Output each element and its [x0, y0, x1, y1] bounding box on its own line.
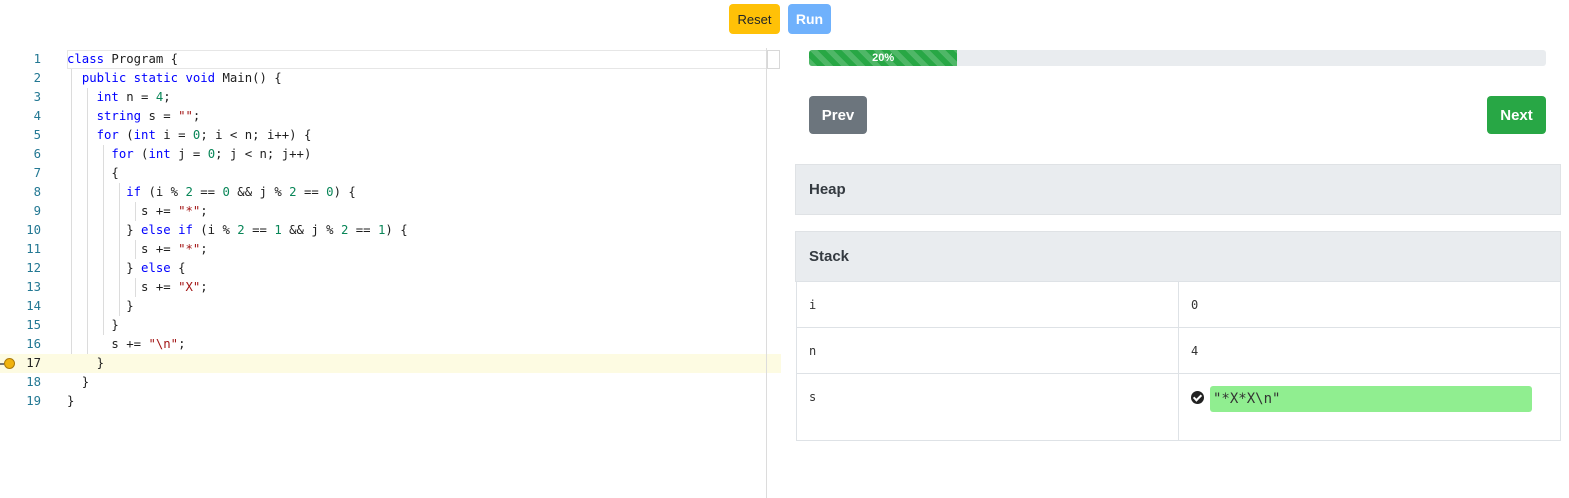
code-line[interactable]: 1 class Program {: [0, 50, 781, 69]
code-line[interactable]: 4 string s = "";: [0, 107, 781, 126]
stack-row: i 0: [796, 281, 1561, 328]
line-number: 11: [26, 242, 41, 256]
variable-name: n: [796, 327, 1179, 374]
stack-row: s "*X*X\n": [796, 373, 1561, 441]
stack-title: Stack: [809, 248, 850, 265]
code-line[interactable]: 3 int n = 4;: [0, 88, 781, 107]
code-line[interactable]: 8 if (i % 2 == 0 && j % 2 == 0) {: [0, 183, 781, 202]
code-text: } else {: [67, 261, 186, 275]
code-text: int n = 4;: [96, 90, 171, 104]
code-line[interactable]: 17 }: [0, 354, 781, 373]
line-number: 16: [26, 337, 41, 351]
reset-button[interactable]: Reset: [729, 4, 780, 34]
line-number: 19: [26, 394, 41, 408]
code-line[interactable]: 14 }: [0, 297, 781, 316]
code-text: }: [67, 356, 105, 370]
code-text: s += "X";: [67, 280, 208, 294]
code-line[interactable]: 10 } else if (i % 2 == 1 && j % 2 == 1) …: [0, 221, 781, 240]
line-number: 5: [33, 128, 41, 142]
code-line[interactable]: 19}: [0, 392, 781, 411]
code-text: }: [67, 299, 134, 313]
code-line[interactable]: 6 for (int j = 0; j < n; j++): [0, 145, 781, 164]
progress-fill: 20%: [809, 50, 958, 66]
line-number: 13: [26, 280, 41, 294]
code-text: s += "\n";: [67, 337, 186, 351]
code-line[interactable]: 9 s += "*";: [0, 202, 781, 221]
code-line[interactable]: 7 {: [0, 164, 781, 183]
code-text: for (int j = 0; j < n; j++): [111, 147, 312, 161]
code-text: {: [67, 166, 119, 180]
line-number: 14: [26, 299, 41, 313]
code-line[interactable]: 15 }: [0, 316, 781, 335]
code-line[interactable]: 11 s += "*";: [0, 240, 781, 259]
editor-divider: [766, 48, 767, 498]
code-line[interactable]: 16 s += "\n";: [0, 335, 781, 354]
code-line[interactable]: 13 s += "X";: [0, 278, 781, 297]
stack-row: n 4: [796, 327, 1561, 374]
code-text: if (i % 2 == 0 && j % 2 == 0) {: [126, 185, 356, 199]
check-circle-icon: [1191, 391, 1204, 404]
code-text: s += "*";: [67, 242, 208, 256]
line-number: 9: [33, 204, 41, 218]
variable-name: i: [796, 281, 1179, 328]
code-text: string s = "";: [96, 109, 201, 123]
variable-value: 4: [1178, 327, 1561, 374]
variable-value: 0: [1178, 281, 1561, 328]
line-number: 6: [33, 147, 41, 161]
code-editor[interactable]: 1 class Program { 2 public static void Mai…: [0, 48, 781, 408]
line-number: 8: [33, 185, 41, 199]
stack-table: i 0 n 4 s "*X*X\n": [796, 281, 1561, 441]
code-line[interactable]: 18 }: [0, 373, 781, 392]
changed-value: "*X*X\n": [1210, 386, 1532, 412]
variable-value: "*X*X\n": [1178, 373, 1561, 441]
line-number: 4: [33, 109, 41, 123]
code-text: }: [67, 318, 119, 332]
line-number: 3: [33, 90, 41, 104]
code-text: } else if (i % 2 == 1 && j % 2 == 1) {: [67, 223, 408, 237]
line-number: 15: [26, 318, 41, 332]
line-number: 10: [26, 223, 41, 237]
code-text: class Program {: [67, 52, 179, 66]
line-number: 1: [33, 52, 41, 66]
line-number: 2: [33, 71, 41, 85]
line-number: 17: [26, 356, 41, 370]
code-text: for (int i = 0; i < n; i++) {: [96, 128, 312, 142]
line-number: 12: [26, 261, 41, 275]
code-line[interactable]: 12 } else {: [0, 259, 781, 278]
prev-button[interactable]: Prev: [809, 96, 867, 134]
code-line[interactable]: 5 for (int i = 0; i < n; i++) {: [0, 126, 781, 145]
progress-bar: 20%: [809, 50, 1546, 66]
stack-header: Stack: [795, 231, 1561, 282]
code-text: s += "*";: [67, 204, 208, 218]
next-button[interactable]: Next: [1487, 96, 1546, 134]
run-button[interactable]: Run: [788, 4, 831, 34]
code-text: }: [67, 394, 75, 408]
heap-title: Heap: [809, 181, 846, 198]
code-line[interactable]: 2 public static void Main() {: [0, 69, 781, 88]
line-number: 7: [33, 166, 41, 180]
code-text: public static void Main() {: [81, 71, 282, 85]
code-text: }: [67, 375, 90, 389]
heap-header: Heap: [795, 164, 1561, 215]
line-number: 18: [26, 375, 41, 389]
variable-name: s: [796, 373, 1179, 441]
